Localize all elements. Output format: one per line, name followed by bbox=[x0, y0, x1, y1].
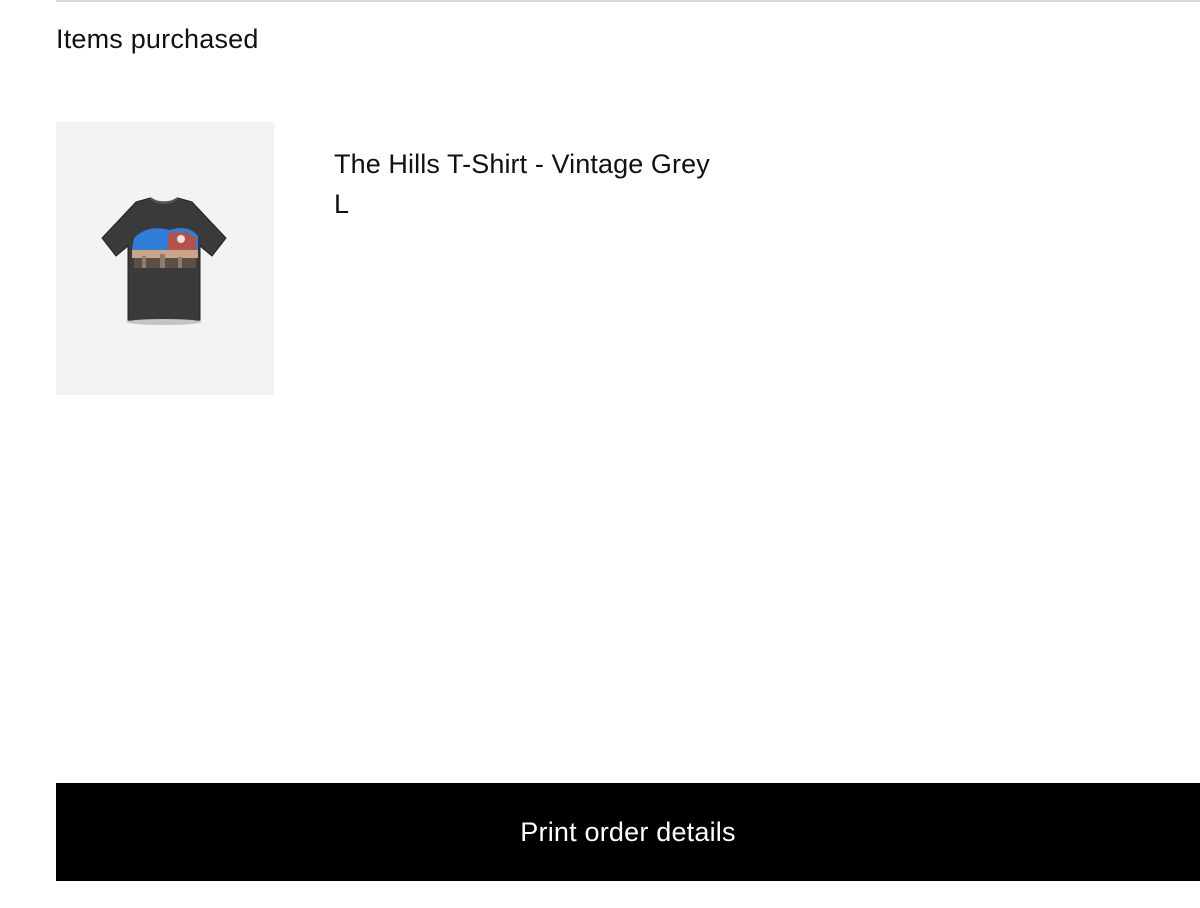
product-info: The Hills T-Shirt - Vintage Grey L bbox=[334, 144, 710, 224]
items-purchased-heading: Items purchased bbox=[56, 24, 259, 54]
product-name: The Hills T-Shirt - Vintage Grey bbox=[334, 149, 710, 179]
purchased-item: The Hills T-Shirt - Vintage Grey L bbox=[56, 122, 1200, 395]
print-order-details-button[interactable]: Print order details bbox=[56, 783, 1200, 881]
tshirt-graphic-icon bbox=[101, 197, 227, 325]
product-thumbnail bbox=[56, 122, 274, 395]
product-size: L bbox=[334, 189, 350, 219]
top-divider bbox=[56, 0, 1200, 2]
order-details-page: Items purchased The Hills T-Shirt - Vint… bbox=[0, 0, 1200, 908]
